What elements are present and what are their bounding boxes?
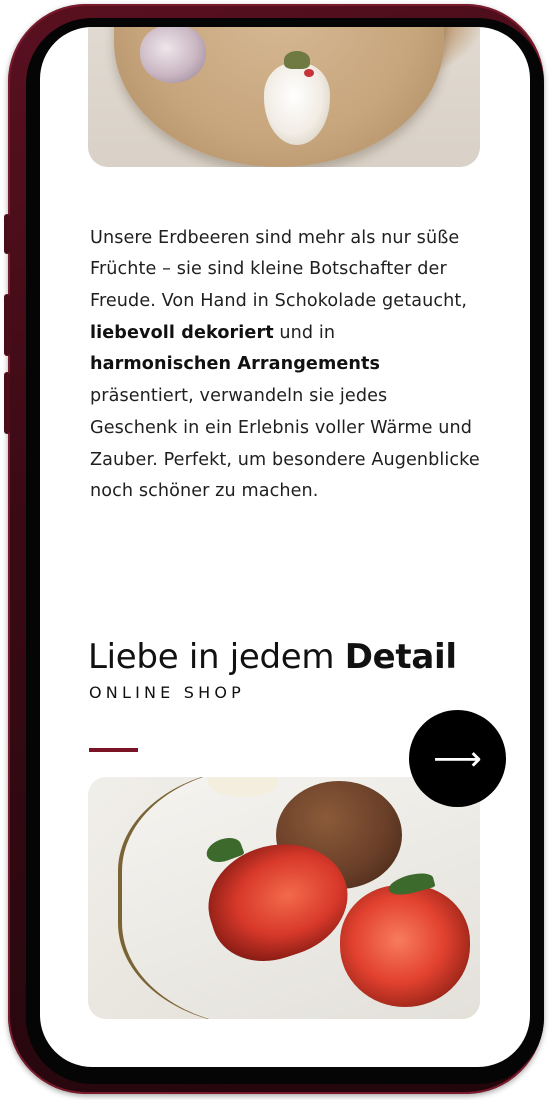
heading-bold: Detail [344, 637, 457, 677]
para-text-3: präsentiert, verwandeln sie jedes Gesche… [90, 386, 480, 502]
volume-down-button [4, 372, 10, 434]
section-heading: Liebe in jedem Detail [88, 635, 508, 679]
hero-image-strawberries [88, 27, 480, 167]
phone-screen: Unsere Erdbeeren sind mehr als nur süße … [40, 27, 530, 1067]
detail-image-strawberries [88, 777, 480, 1019]
heading-regular: Liebe in jedem [88, 637, 345, 677]
para-bold-2: harmonischen Arrangements [90, 354, 381, 375]
accent-divider [89, 748, 138, 752]
section-subtitle: ONLINE SHOP [89, 683, 245, 702]
para-bold-1: liebevoll dekoriert [90, 322, 274, 343]
purple-chocolate-strawberry [140, 27, 206, 83]
para-text-2: und in [273, 322, 336, 343]
side-button [4, 214, 10, 254]
next-arrow-button[interactable]: ⟶ [409, 710, 506, 807]
para-text-1: Unsere Erdbeeren sind mehr als nur süße … [90, 227, 468, 311]
intro-paragraph: Unsere Erdbeeren sind mehr als nur süße … [90, 223, 480, 508]
arrow-right-icon: ⟶ [433, 738, 482, 779]
strawberry-half-right [340, 885, 470, 1007]
volume-up-button [4, 294, 10, 356]
